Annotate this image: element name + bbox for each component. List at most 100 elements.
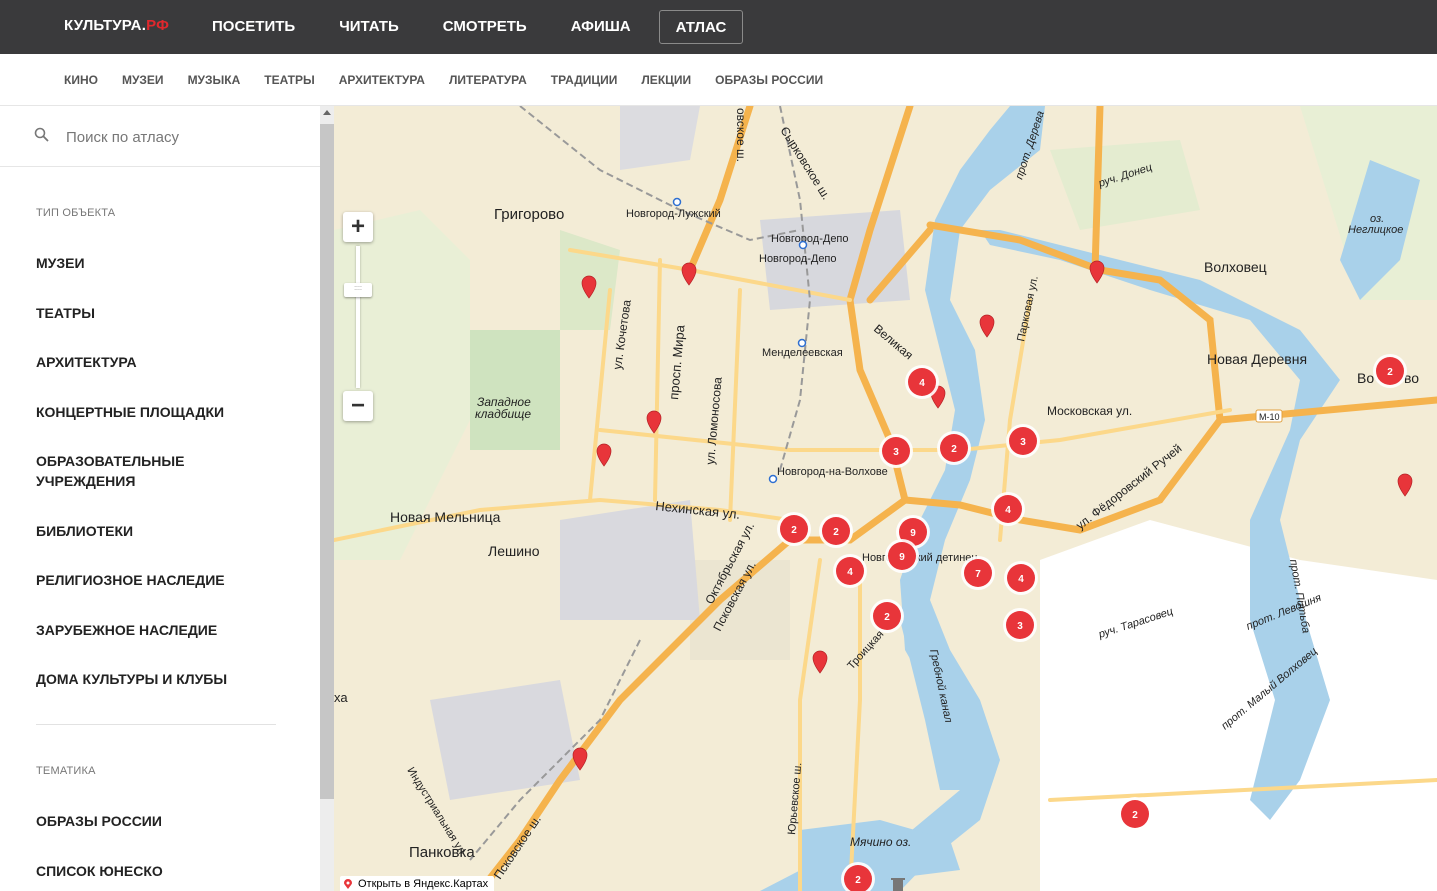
map-cluster[interactable]: 2 — [870, 599, 904, 633]
theme-images-of-russia[interactable]: ОБРАЗЫ РОССИИ — [36, 811, 286, 831]
open-in-yandex-link[interactable]: Открыть в Яндекс.Картах — [340, 876, 495, 891]
filter-museums[interactable]: МУЗЕИ — [36, 253, 286, 273]
label-station-depo-1: Новгород-Депо — [771, 233, 849, 245]
map-cluster[interactable]: 4 — [991, 492, 1025, 526]
label-leshino: Лешино — [488, 543, 540, 559]
map-cluster[interactable]: 3 — [1006, 424, 1040, 458]
category-traditions[interactable]: ТРАДИЦИИ — [539, 73, 630, 87]
filter-libraries[interactable]: БИБЛИОТЕКИ — [36, 521, 286, 541]
svg-text:2: 2 — [951, 444, 957, 455]
map-cluster[interactable]: 2 — [1118, 797, 1152, 831]
map-cluster[interactable]: 3 — [879, 434, 913, 468]
label-kladbishche: кладбище — [475, 407, 531, 421]
search-input[interactable] — [64, 124, 308, 150]
search-icon — [34, 127, 49, 142]
site-logo[interactable]: КУЛЬТУРА.РФ — [64, 17, 169, 34]
map-pin-icon — [344, 878, 352, 889]
label-novaya-derevnya: Новая Деревня — [1207, 351, 1307, 367]
label-moskovskaya: Московская ул. — [1047, 404, 1132, 418]
category-museums[interactable]: МУЗЕИ — [110, 73, 176, 87]
category-literature[interactable]: ЛИТЕРАТУРА — [437, 73, 539, 87]
map-cluster[interactable]: 7 — [961, 556, 995, 590]
filter-foreign-heritage[interactable]: ЗАРУБЕЖНОЕ НАСЛЕДИЕ — [36, 620, 286, 640]
category-theatres[interactable]: ТЕАТРЫ — [252, 73, 326, 87]
label-station-depo-2: Новгород-Депо — [759, 253, 837, 265]
category-images-of-russia[interactable]: ОБРАЗЫ РОССИИ — [703, 73, 835, 87]
label-detinets: Новгородский детинец — [862, 552, 978, 564]
category-lectures[interactable]: ЛЕКЦИИ — [629, 73, 703, 87]
filter-sidebar: ТИП ОБЪЕКТА МУЗЕИ ТЕАТРЫ АРХИТЕКТУРА КОН… — [0, 106, 320, 891]
svg-text:3: 3 — [1017, 621, 1023, 632]
scrollbar-thumb[interactable] — [320, 124, 334, 799]
logo-main-text: КУЛЬТУРА. — [64, 17, 147, 34]
nav-visit[interactable]: ПОСЕТИТЬ — [190, 10, 317, 44]
svg-text:2: 2 — [791, 525, 797, 536]
label-station-luzhsky: Новгород-Лужский — [626, 208, 721, 220]
atlas-map[interactable]: Григорово Новая Мельница Лешино Панковка… — [334, 106, 1437, 891]
map-cluster[interactable]: 3 — [1003, 608, 1037, 642]
sidebar-divider — [36, 724, 276, 725]
filter-religious-heritage[interactable]: РЕЛИГИОЗНОЕ НАСЛЕДИЕ — [36, 570, 286, 590]
map-canvas[interactable]: Григорово Новая Мельница Лешино Панковка… — [334, 106, 1437, 891]
svg-text:2: 2 — [855, 875, 861, 886]
map-cluster[interactable]: 2 — [1373, 354, 1407, 388]
map-cluster[interactable]: 2 — [937, 431, 971, 465]
theme-unesco-list[interactable]: СПИСОК ЮНЕСКО — [36, 861, 286, 881]
label-myachino: Мячино оз. — [850, 835, 911, 849]
zoom-control: + :::: − — [343, 212, 373, 422]
main-nav: ПОСЕТИТЬ ЧИТАТЬ СМОТРЕТЬ АФИША АТЛАС — [190, 0, 744, 54]
map-cluster[interactable]: 2 — [777, 512, 811, 546]
nav-read[interactable]: ЧИТАТЬ — [317, 10, 421, 44]
label-neglitskoe: Неглицкое — [1348, 224, 1403, 236]
filter-architecture[interactable]: АРХИТЕКТУРА — [36, 352, 286, 372]
svg-text:3: 3 — [893, 447, 899, 458]
scroll-up-icon[interactable] — [323, 110, 331, 115]
nav-watch[interactable]: СМОТРЕТЬ — [421, 10, 549, 44]
sidebar-scrollbar[interactable] — [320, 106, 334, 891]
zoom-out-button[interactable]: − — [343, 391, 373, 421]
nav-atlas[interactable]: АТЛАС — [658, 10, 744, 44]
label-station-volkhov: Новгород-на-Волхове — [777, 466, 888, 478]
svg-text:2: 2 — [1387, 367, 1393, 378]
open-in-yandex-label: Открыть в Яндекс.Картах — [358, 877, 489, 890]
category-cinema[interactable]: КИНО — [52, 73, 110, 87]
filter-theatres[interactable]: ТЕАТРЫ — [36, 303, 286, 323]
svg-text:9: 9 — [899, 552, 905, 563]
zoom-in-button[interactable]: + — [343, 212, 373, 242]
filter-educational[interactable]: ОБРАЗОВАТЕЛЬНЫЕ УЧРЕЖДЕНИЯ — [36, 451, 206, 491]
svg-text:4: 4 — [1018, 574, 1024, 585]
map-cluster[interactable]: 2 — [819, 514, 853, 548]
object-type-heading: ТИП ОБЪЕКТА — [36, 207, 116, 219]
category-music[interactable]: МУЗЫКА — [176, 73, 253, 87]
label-station-mendeleevskaya: Менделеевская — [762, 347, 843, 359]
filter-concert-venues[interactable]: КОНЦЕРТНЫЕ ПЛОЩАДКИ — [36, 402, 286, 422]
label-novaya-melnitsa: Новая Мельница — [390, 509, 501, 525]
map-cluster[interactable]: 4 — [905, 365, 939, 399]
filter-culture-houses[interactable]: ДОМА КУЛЬТУРЫ И КЛУБЫ — [36, 669, 286, 689]
zoom-slider-track[interactable] — [356, 246, 360, 388]
svg-text:3: 3 — [1020, 437, 1026, 448]
atlas-search — [0, 106, 320, 167]
nav-afisha[interactable]: АФИША — [549, 10, 653, 44]
svg-text:2: 2 — [1132, 810, 1138, 821]
map-cluster[interactable]: 9 — [885, 539, 919, 573]
zoom-slider-handle[interactable]: :::: — [344, 283, 372, 297]
label-lovskoe: овское ш. — [734, 108, 748, 162]
svg-text:4: 4 — [919, 378, 925, 389]
top-navigation-bar: КУЛЬТУРА.РФ ПОСЕТИТЬ ЧИТАТЬ СМОТРЕТЬ АФИ… — [0, 0, 1437, 54]
svg-text:2: 2 — [884, 612, 890, 623]
category-architecture[interactable]: АРХИТЕКТУРА — [327, 73, 437, 87]
svg-text:9: 9 — [910, 528, 916, 539]
category-bar: КИНО МУЗЕИ МУЗЫКА ТЕАТРЫ АРХИТЕКТУРА ЛИТ… — [0, 54, 1437, 106]
label-volkhovo: Во — [1357, 370, 1374, 386]
label-grigorovo: Григорово — [494, 206, 564, 223]
logo-accent-text: РФ — [146, 17, 170, 34]
map-cluster[interactable]: 4 — [1004, 561, 1038, 595]
map-cluster[interactable]: 4 — [833, 554, 867, 588]
svg-text:2: 2 — [833, 527, 839, 538]
svg-text:7: 7 — [975, 569, 981, 580]
label-m10: М-10 — [1259, 412, 1280, 422]
svg-text:4: 4 — [1005, 505, 1011, 516]
label-volkhovets: Волховец — [1204, 259, 1267, 275]
map-poi-icon — [891, 878, 905, 891]
